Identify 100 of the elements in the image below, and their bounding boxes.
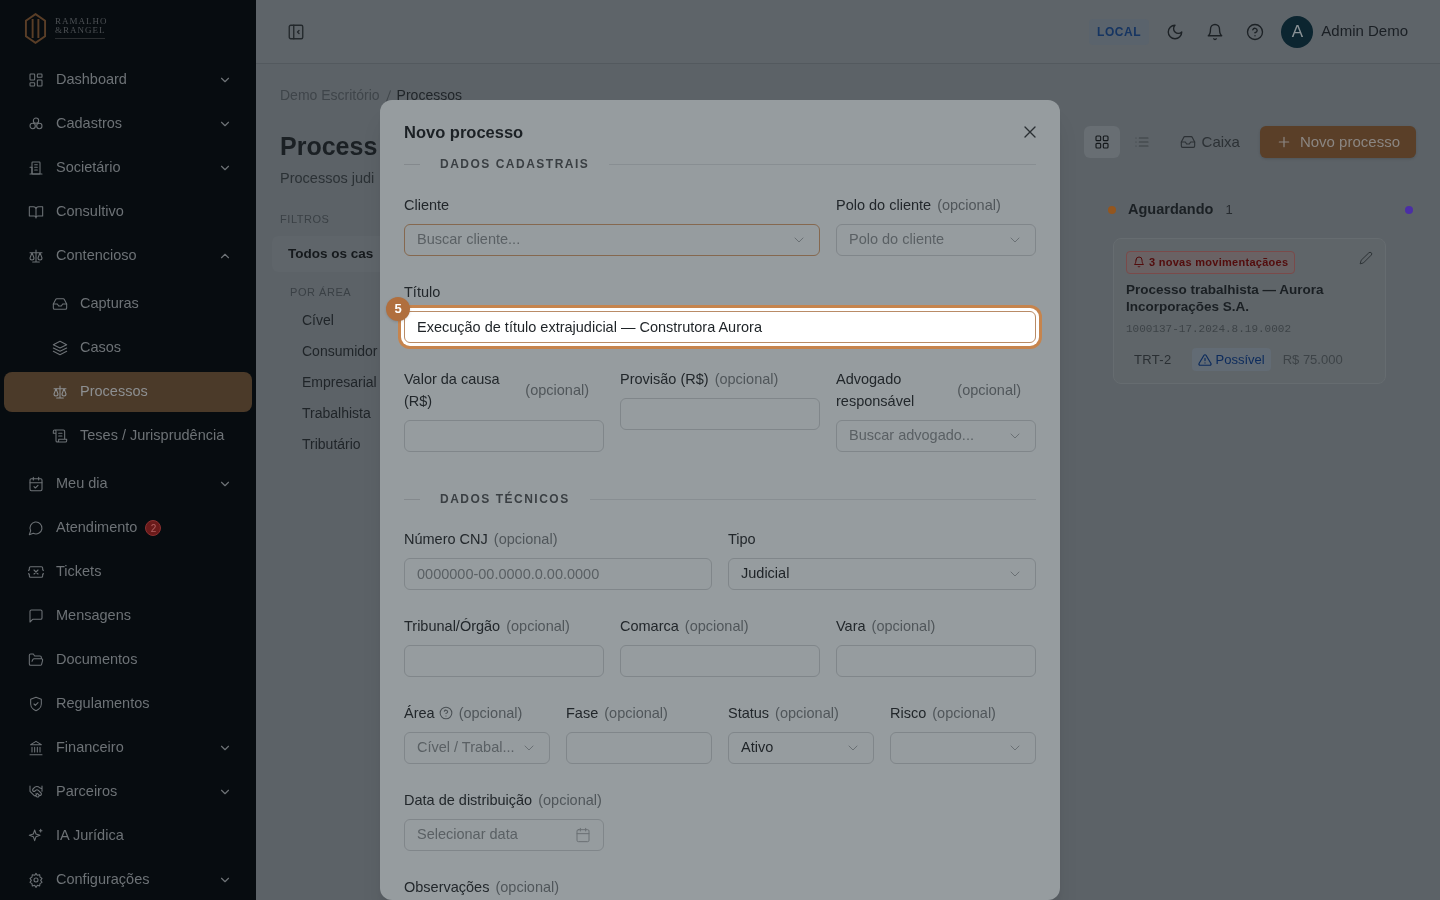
field-label: Valor da causa (R$) <box>404 370 501 411</box>
select-field[interactable]: Judicial <box>728 558 1036 590</box>
risk-tag: Possível <box>1191 347 1271 372</box>
dashboard-icon <box>28 72 44 88</box>
warning-icon <box>1197 352 1212 367</box>
optional-hint: (opcional) <box>495 878 560 897</box>
dialog-title: Novo processo <box>404 121 524 143</box>
select-field[interactable]: Buscar cliente... <box>404 224 820 256</box>
edit-button[interactable] <box>1359 251 1373 265</box>
sidebar-item[interactable]: Dashboard <box>4 60 252 100</box>
optional-hint: (opcional) <box>775 704 839 723</box>
filter-item[interactable]: Empresarial <box>288 366 380 398</box>
logo-icon <box>24 12 47 44</box>
view-toggle-button[interactable] <box>1083 126 1120 158</box>
field-label: Vara <box>836 617 866 636</box>
optional-hint: (opcional) <box>932 704 996 723</box>
date-picker[interactable]: Selecionar data <box>404 819 604 851</box>
new-process-button[interactable]: Novo processo <box>1259 126 1416 158</box>
optional-hint: (opcional) <box>493 530 558 549</box>
field-label: Número CNJ <box>404 530 488 549</box>
optional-hint: (opcional) <box>506 617 570 636</box>
user-avatar[interactable]: A <box>1281 15 1314 48</box>
scroll-icon <box>52 428 68 444</box>
message-icon <box>28 608 44 624</box>
sidebar-item[interactable]: Parceiros <box>4 772 252 812</box>
optional-hint: (opcional) <box>604 704 668 723</box>
sidebar-item[interactable]: Casos <box>4 328 252 368</box>
field-label: Status <box>728 704 770 723</box>
environment-badge: LOCAL <box>1088 18 1150 45</box>
optional-hint: (opcional) <box>684 617 749 636</box>
cubes-icon <box>28 116 44 132</box>
inbox-icon <box>1179 134 1196 150</box>
logo-text: RAMALHO <box>55 17 108 26</box>
alert-badge: 3 novas movimentaçãoes <box>1126 251 1296 274</box>
input-field[interactable]: Execução de título extrajudicial — Construtora Aurora <box>404 311 1036 343</box>
field-label: Provisão (R$) <box>620 370 709 389</box>
field-label: Tipo <box>728 530 756 549</box>
field-label: Advogado responsável <box>836 370 916 411</box>
card-title: Processo trabalhista — Aurora Incorporações S.A. <box>1126 281 1325 316</box>
ticket-icon <box>28 564 44 580</box>
optional-hint: (opcional) <box>458 704 523 723</box>
breadcrumb-item: Processos <box>396 86 462 105</box>
filter-item[interactable]: Trabalhista <box>288 397 380 429</box>
sparkle-icon <box>28 828 44 844</box>
select-field[interactable]: Buscar advogado... <box>836 420 1036 452</box>
section-heading: DADOS CADASTRAIS <box>439 156 591 173</box>
sidebar-item[interactable]: Consultivo <box>4 192 252 232</box>
input-field[interactable]: 0000000-00.0000.0.00.0000 <box>404 558 712 590</box>
scale-icon <box>52 384 68 400</box>
layers-icon <box>52 340 68 356</box>
pencil-icon <box>1359 251 1373 265</box>
user-name: Admin Demo <box>1321 21 1409 42</box>
bank-icon <box>28 740 44 756</box>
moon-icon <box>1166 22 1185 41</box>
count-badge: 2 <box>145 520 162 536</box>
optional-hint: (opcional) <box>957 381 1021 400</box>
field-label: Observações <box>404 878 490 897</box>
calendar-icon <box>28 476 44 492</box>
folder-icon <box>28 652 44 668</box>
optional-hint: (opcional) <box>937 196 1001 215</box>
inbox-icon <box>52 296 68 312</box>
sidebar-item[interactable]: Processos <box>4 372 252 412</box>
optional-hint: (opcional) <box>871 617 936 636</box>
filter-item[interactable]: Cível <box>288 304 380 336</box>
sidebar-item[interactable]: Atendimento 2 <box>4 508 252 548</box>
sidebar-item[interactable]: IA Jurídica <box>4 816 252 856</box>
optional-hint: (opcional) <box>538 791 602 810</box>
sidebar-item[interactable]: Teses / Jurisprudência <box>4 416 252 456</box>
book-icon <box>28 204 44 220</box>
filter-item[interactable]: Consumidor <box>288 335 380 367</box>
sidebar-item[interactable]: Contencioso <box>4 236 252 276</box>
column-title: Aguardando <box>1128 200 1214 220</box>
sidebar-item[interactable]: Tickets <box>4 552 252 592</box>
field-label: Tribunal/Órgão <box>404 617 501 636</box>
filter-item[interactable]: Tributário <box>288 428 380 460</box>
sidebar-item[interactable]: Mensagens <box>4 596 252 636</box>
field-label: Data de distribuição <box>404 791 533 810</box>
sidebar-item[interactable]: Societário <box>4 148 252 188</box>
panel-icon <box>287 22 305 41</box>
field-label: Cliente <box>404 196 450 215</box>
sidebar-item[interactable]: Meu dia <box>4 464 252 504</box>
sidebar-item[interactable]: Cadastros <box>4 104 252 144</box>
select-field[interactable]: Polo do cliente <box>836 224 1036 256</box>
select-field[interactable]: Cível / Trabal... <box>404 732 550 764</box>
logo-text: &RANGEL <box>55 26 107 35</box>
building-icon <box>28 160 44 176</box>
select-field[interactable]: Ativo <box>728 732 874 764</box>
sidebar-item[interactable]: Financeiro <box>4 728 252 768</box>
calendar-icon <box>575 827 591 843</box>
sidebar-item[interactable]: Documentos <box>4 640 252 680</box>
sidebar-item[interactable]: Capturas <box>4 284 252 324</box>
field-label: Fase <box>566 704 599 723</box>
section-heading: DADOS TÉCNICOS <box>439 490 571 508</box>
field-label: Polo do cliente <box>836 196 932 215</box>
gear-icon <box>28 872 44 888</box>
select-field[interactable] <box>890 732 1036 764</box>
bell-icon <box>1133 256 1145 269</box>
sidebar-item[interactable]: Configurações <box>4 860 252 900</box>
sidebar-item[interactable]: Regulamentos <box>4 684 252 724</box>
column-count: 1 <box>1225 201 1233 220</box>
